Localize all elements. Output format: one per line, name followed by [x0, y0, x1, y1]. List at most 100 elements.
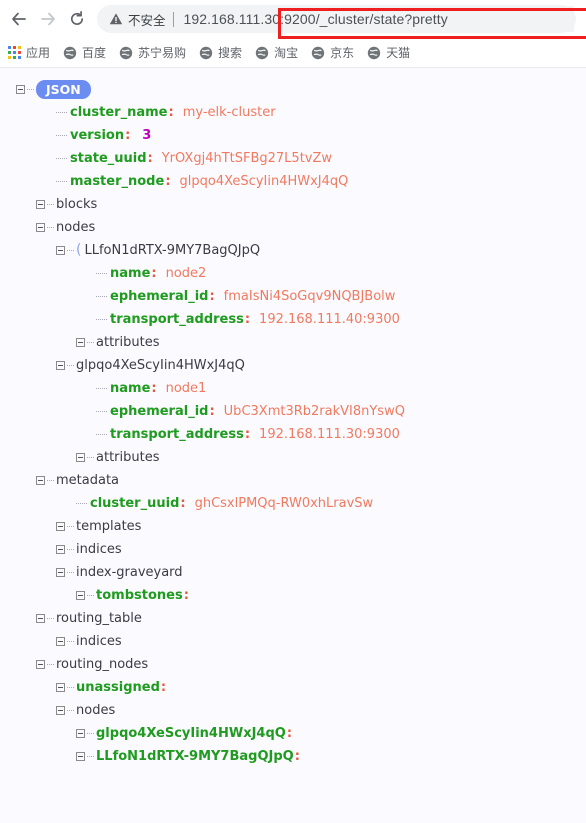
globe-icon: [119, 46, 133, 59]
tree-expander-icon[interactable]: [56, 545, 65, 554]
tree-connector: [67, 548, 74, 551]
tree-connector: [56, 180, 67, 183]
tree-row[interactable]: JSON: [0, 78, 586, 101]
tree-connector: [47, 479, 54, 482]
json-root-badge[interactable]: JSON: [36, 80, 91, 99]
tree-row[interactable]: transport_address :192.168.111.40:9300: [0, 308, 586, 331]
key-colon: :: [244, 312, 251, 327]
key-colon: :: [160, 680, 167, 695]
tree-row[interactable]: state_uuid : YrOXgj4hTtSFBg27L5tvZw: [0, 147, 586, 170]
tree-value: glpqo4XeScyIin4HWxJ4qQ: [179, 174, 349, 189]
tree-row[interactable]: cluster_name : my-elk-cluster: [0, 101, 586, 124]
tree-expander-icon[interactable]: [56, 706, 65, 715]
tree-row[interactable]: nodes: [0, 699, 586, 722]
tree-expander-icon[interactable]: [56, 568, 65, 577]
omnibox[interactable]: 不安全 192.168.111.30:9200/_cluster/state?p…: [97, 5, 586, 39]
tree-node-label: indices: [76, 542, 122, 557]
tree-expander-icon[interactable]: [76, 729, 85, 738]
browser-chrome: 不安全 192.168.111.30:9200/_cluster/state?p…: [0, 0, 586, 68]
browser-toolbar: 不安全 192.168.111.30:9200/_cluster/state?p…: [0, 0, 586, 39]
bookmark-tmall[interactable]: 天猫: [367, 44, 410, 61]
tree-connector: [76, 502, 87, 505]
tree-row[interactable]: cluster_uuid : ghCsxlPMQq-RW0xhLravSw: [0, 492, 586, 515]
tree-expander-icon[interactable]: [36, 476, 45, 485]
tree-expander-icon[interactable]: [56, 637, 65, 646]
tree-node-label: blocks: [56, 197, 98, 212]
back-button[interactable]: [6, 6, 32, 32]
tree-connector: [96, 433, 107, 436]
bookmark-suning[interactable]: 苏宁易购: [119, 44, 186, 61]
tree-row[interactable]: ephemeral_id : fmaIsNi4SoGqv9NQBJBolw: [0, 285, 586, 308]
url-field[interactable]: 192.168.111.30:9200/_cluster/state?prett…: [173, 6, 574, 32]
tree-row[interactable]: metadata: [0, 469, 586, 492]
forward-arrow-icon: [41, 12, 55, 26]
json-tree-viewer[interactable]: JSON cluster_name : my-elk-cluster version …: [0, 68, 586, 822]
bookmark-jd[interactable]: 京东: [311, 44, 354, 61]
tree-expander-icon[interactable]: [56, 522, 65, 531]
tree-row[interactable]: version :3: [0, 124, 586, 147]
key-colon: :: [151, 381, 157, 396]
tree-expander-icon[interactable]: [36, 223, 45, 232]
tree-expander-icon[interactable]: [56, 246, 65, 255]
bookmarks-bar: 应用 百度 苏宁易购 搜索 淘宝 京东 天猫: [0, 38, 586, 68]
bookmark-label: 天猫: [386, 46, 411, 60]
tree-key-label: transport_address: [110, 427, 244, 442]
tree-row[interactable]: name : node1: [0, 377, 586, 400]
tree-expander-icon[interactable]: [76, 752, 85, 761]
tree-row[interactable]: routing_nodes: [0, 653, 586, 676]
key-colon: :: [294, 749, 300, 764]
tree-expander-icon[interactable]: [76, 591, 85, 600]
tree-row[interactable]: name : node2: [0, 262, 586, 285]
tree-expander-icon[interactable]: [76, 453, 85, 462]
key-colon: :: [151, 266, 157, 281]
tree-node-label: attributes: [96, 450, 160, 465]
reload-button[interactable]: [64, 6, 90, 32]
tree-expander-icon[interactable]: [16, 85, 25, 94]
tree-connector: [96, 410, 107, 413]
tree-row[interactable]: unassigned :: [0, 676, 586, 699]
tree-row[interactable]: glpqo4XeScyIin4HWxJ4qQ :: [0, 722, 586, 745]
tree-row[interactable]: indices: [0, 630, 586, 653]
tree-row[interactable]: (LLfoN1dRTX-9MY7BagQJpQ: [0, 239, 586, 262]
tree-node-label: nodes: [76, 703, 116, 718]
tree-expander-icon[interactable]: [36, 660, 45, 669]
tree-node-label: routing_nodes: [56, 657, 149, 672]
tree-node-label: nodes: [56, 220, 96, 235]
tree-row[interactable]: ephemeral_id : UbC3Xmt3Rb2rakVI8nYswQ: [0, 400, 586, 423]
tree-row[interactable]: transport_address :192.168.111.30:9300: [0, 423, 586, 446]
tree-expander-icon[interactable]: [36, 200, 45, 209]
tree-row[interactable]: index-graveyard: [0, 561, 586, 584]
tree-expander-icon[interactable]: [36, 614, 45, 623]
tree-connector: [56, 111, 67, 114]
bookmark-taobao[interactable]: 淘宝: [255, 44, 298, 61]
url-text: 192.168.111.30:9200/_cluster/state?prett…: [183, 11, 448, 27]
tree-value: YrOXgj4hTtSFBg27L5tvZw: [161, 151, 333, 166]
key-colon: :: [209, 404, 215, 419]
tree-connector: [67, 640, 74, 643]
security-status[interactable]: 不安全: [109, 10, 173, 29]
tree-row[interactable]: templates: [0, 515, 586, 538]
tree-row[interactable]: nodes: [0, 216, 586, 239]
tree-connector: [47, 617, 54, 620]
tree-row[interactable]: routing_table: [0, 607, 586, 630]
key-colon: :: [183, 588, 189, 603]
tree-value: 3: [142, 128, 152, 143]
tree-row[interactable]: indices: [0, 538, 586, 561]
tree-expander-icon[interactable]: [56, 361, 65, 370]
tree-value: ghCsxlPMQq-RW0xhLravSw: [194, 496, 374, 511]
bookmark-baidu[interactable]: 百度: [63, 44, 106, 61]
tree-connector: [47, 226, 54, 229]
tree-row[interactable]: LLfoN1dRTX-9MY7BagQJpQ :: [0, 745, 586, 768]
tree-row[interactable]: attributes: [0, 331, 586, 354]
tree-row[interactable]: attributes: [0, 446, 586, 469]
tree-expander-icon[interactable]: [76, 338, 85, 347]
tree-row[interactable]: master_node : glpqo4XeScyIin4HWxJ4qQ: [0, 170, 586, 193]
tree-row[interactable]: blocks: [0, 193, 586, 216]
tree-value: fmaIsNi4SoGqv9NQBJBolw: [223, 289, 396, 304]
bookmark-apps[interactable]: 应用: [8, 44, 50, 61]
tree-connector: [96, 387, 107, 390]
tree-row[interactable]: tombstones :: [0, 584, 586, 607]
tree-row[interactable]: glpqo4XeScyIin4HWxJ4qQ: [0, 354, 586, 377]
tree-expander-icon[interactable]: [56, 683, 65, 692]
bookmark-sousuo[interactable]: 搜索: [199, 44, 242, 61]
